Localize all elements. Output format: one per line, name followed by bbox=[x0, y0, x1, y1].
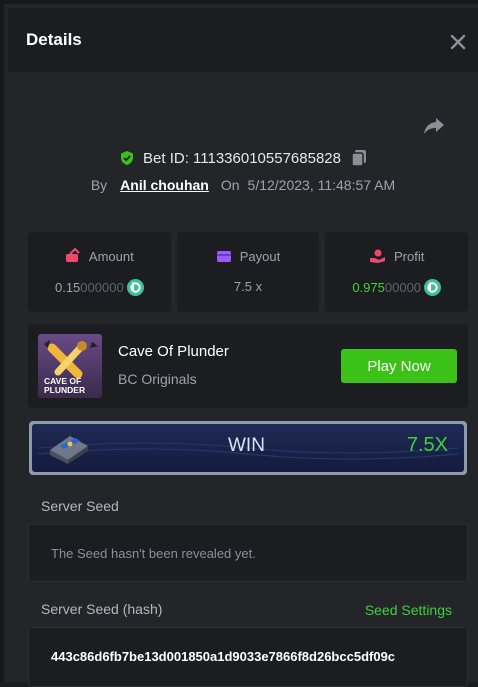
profit-value-dim: 00000 bbox=[384, 280, 422, 295]
stats-row: Amount 0.15 000000 Payout 7.5 x Profit 0… bbox=[28, 232, 469, 312]
payout-card: Payout 7.5 x bbox=[176, 232, 320, 312]
server-seed-hash-label: Server Seed (hash) bbox=[41, 601, 163, 617]
shield-check-icon bbox=[121, 151, 134, 165]
seed-settings-link[interactable]: Seed Settings bbox=[365, 602, 452, 618]
game-provider: BC Originals bbox=[118, 371, 197, 387]
game-name[interactable]: Cave Of Plunder bbox=[118, 343, 229, 360]
profit-value: 0.975 bbox=[352, 280, 385, 295]
bet-author-row: By Anil chouhan On 5/12/2023, 11:48:57 A… bbox=[4, 174, 478, 196]
close-icon[interactable] bbox=[446, 30, 470, 54]
amount-card: Amount 0.15 000000 bbox=[28, 232, 171, 312]
server-seed-hash-box: 443c86d6fb7be13d001850a1d9033e7866f8d26b… bbox=[28, 627, 468, 687]
on-label: On bbox=[220, 177, 240, 193]
payout-value: 7.5 x bbox=[233, 279, 263, 294]
copy-icon[interactable] bbox=[351, 149, 367, 167]
details-modal: Details Bet ID: 111336010557685828 By An… bbox=[0, 0, 478, 687]
user-link[interactable]: Anil chouhan bbox=[120, 177, 209, 193]
result-banner: WIN 7.5X bbox=[28, 420, 468, 476]
play-now-button[interactable]: Play Now bbox=[341, 349, 457, 383]
result-label: WIN bbox=[228, 435, 265, 456]
bet-datetime: 5/12/2023, 11:48:57 AM bbox=[247, 177, 396, 193]
coin-icon bbox=[424, 279, 442, 296]
bet-id-row: Bet ID: 111336010557685828 bbox=[4, 147, 478, 169]
amount-value-dim: 000000 bbox=[80, 280, 124, 295]
game-thumbnail[interactable]: CAVE OF PLUNDER bbox=[38, 334, 102, 398]
server-seed-label: Server Seed bbox=[41, 498, 119, 514]
server-seed-placeholder: The Seed hasn't been revealed yet. bbox=[51, 546, 256, 561]
coin-icon bbox=[126, 279, 144, 296]
profit-label: Profit bbox=[394, 248, 425, 264]
modal-header: Details bbox=[8, 8, 478, 72]
payout-label: Payout bbox=[239, 248, 281, 264]
thumb-title-line2: PLUNDER bbox=[44, 385, 85, 395]
server-seed-box: The Seed hasn't been revealed yet. bbox=[28, 524, 468, 582]
by-label: By bbox=[90, 177, 108, 193]
wallet-icon bbox=[216, 251, 231, 262]
modal-title: Details bbox=[26, 30, 82, 49]
profit-card: Profit 0.975 00000 bbox=[325, 232, 469, 312]
bet-id: Bet ID: 111336010557685828 bbox=[143, 149, 341, 167]
profit-hand-icon bbox=[370, 249, 385, 263]
amount-value: 0.15 bbox=[54, 280, 81, 295]
game-card: CAVE OF PLUNDER Cave Of Plunder BC Origi… bbox=[28, 324, 468, 408]
share-icon[interactable] bbox=[422, 114, 446, 138]
result-multiplier: 7.5X bbox=[406, 434, 448, 456]
server-seed-hash-value[interactable]: 443c86d6fb7be13d001850a1d9033e7866f8d26b… bbox=[51, 649, 445, 664]
amount-label: Amount bbox=[88, 248, 134, 264]
money-icon bbox=[65, 248, 80, 262]
chest-icon bbox=[50, 436, 88, 464]
